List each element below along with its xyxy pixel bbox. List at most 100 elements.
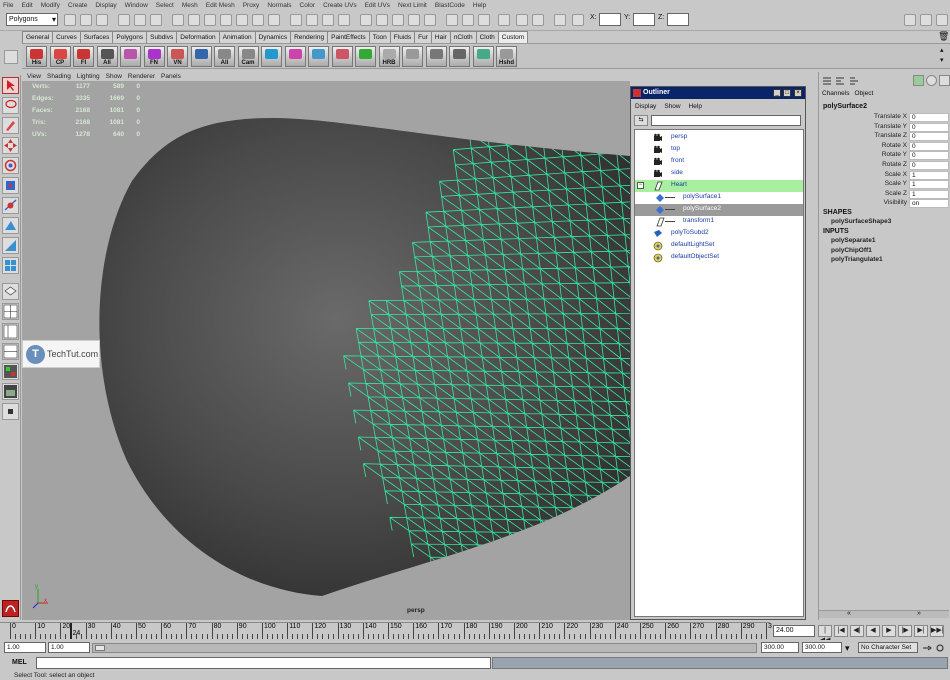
- shelf-tab-surfaces[interactable]: Surfaces: [79, 31, 114, 43]
- outliner-item[interactable]: top: [635, 144, 803, 156]
- save-scene-icon[interactable]: [96, 14, 108, 26]
- last-tool-icon[interactable]: [2, 237, 19, 254]
- menu-modify[interactable]: Modify: [41, 2, 60, 9]
- menu-display[interactable]: Display: [95, 2, 116, 9]
- outliner-item[interactable]: side: [635, 168, 803, 180]
- menu-normals[interactable]: Normals: [267, 2, 291, 9]
- current-frame-field[interactable]: 24.00: [773, 625, 815, 637]
- channel-attribute[interactable]: Translate Z0: [819, 132, 949, 142]
- select-deformers-icon[interactable]: [236, 14, 248, 26]
- shelf-button-1[interactable]: CP: [49, 46, 71, 67]
- channel-attribute-value[interactable]: 0: [909, 113, 949, 122]
- x-field[interactable]: [599, 13, 621, 26]
- shelf-tab-cloth[interactable]: Cloth: [475, 31, 499, 43]
- character-set-field[interactable]: No Character Set: [858, 642, 918, 653]
- outliner-menu-show[interactable]: Show: [664, 103, 680, 110]
- channel-attribute-value[interactable]: 0: [909, 132, 949, 142]
- close-button[interactable]: ×: [794, 89, 802, 97]
- perspective-viewport[interactable]: x y Verts: 1177 589 0 Edges: 3335 1669 0 Faces: 2…: [22, 81, 630, 620]
- input-node[interactable]: polyTriangulate1: [831, 256, 883, 263]
- render-globals-icon[interactable]: [478, 14, 490, 26]
- shelf-tab-dynamics[interactable]: Dynamics: [254, 31, 292, 43]
- outliner-item[interactable]: defaultObjectSet: [635, 252, 803, 264]
- outliner-item[interactable]: − Heart: [635, 180, 803, 192]
- shelf-button-11[interactable]: [284, 46, 306, 67]
- tool-settings-icon[interactable]: [920, 14, 932, 26]
- select-curves-icon[interactable]: [204, 14, 216, 26]
- channel-attribute[interactable]: Visibility on: [819, 199, 949, 209]
- panel-menu-shading[interactable]: Shading: [47, 73, 71, 80]
- channel-attribute[interactable]: Translate Y0: [819, 122, 949, 133]
- shelf-button-15[interactable]: HRB: [378, 46, 400, 67]
- graph-layout-icon[interactable]: [2, 343, 19, 360]
- select-joints-icon[interactable]: [188, 14, 200, 26]
- menu-mesh[interactable]: Mesh: [182, 2, 198, 9]
- range-slider-handle[interactable]: [95, 645, 105, 651]
- outliner-item[interactable]: defaultLightSet: [635, 240, 803, 252]
- shelf-tab-hair[interactable]: Hair: [430, 31, 451, 43]
- soft-modification-icon[interactable]: [2, 217, 19, 234]
- current-time-indicator[interactable]: [70, 623, 73, 639]
- menu-edit-mesh[interactable]: Edit Mesh: [206, 2, 235, 9]
- select-hierarchy-icon[interactable]: [118, 14, 130, 26]
- command-language-label[interactable]: MEL: [12, 659, 27, 666]
- playback-button-0[interactable]: |◀◀: [818, 625, 832, 644]
- command-input[interactable]: [36, 657, 491, 669]
- trash-icon[interactable]: 🗑: [938, 31, 949, 42]
- history-icon[interactable]: [360, 14, 372, 26]
- playback-button-6[interactable]: ▶|: [914, 625, 928, 637]
- input-ops-icon[interactable]: [376, 14, 388, 26]
- film-gate-icon[interactable]: [516, 14, 528, 26]
- outliner-layout-icon[interactable]: [2, 323, 19, 340]
- start-time-field[interactable]: 1.00: [4, 642, 46, 653]
- panel-menu-view[interactable]: View: [27, 73, 41, 80]
- channel-attribute-value[interactable]: 1: [909, 189, 949, 199]
- hypershade-icon[interactable]: [498, 14, 510, 26]
- layer-editor-layout-icon[interactable]: [835, 76, 845, 86]
- scale-tool-icon[interactable]: [2, 177, 19, 194]
- preferences-icon[interactable]: [935, 643, 945, 653]
- auto-key-icon[interactable]: [922, 643, 932, 653]
- channel-attribute-value[interactable]: 0: [909, 141, 949, 151]
- playback-button-5[interactable]: |▶: [898, 625, 912, 637]
- select-surfaces-icon[interactable]: [220, 14, 232, 26]
- shelf-button-4[interactable]: [120, 46, 141, 67]
- outliner-item[interactable]: transform1: [635, 216, 803, 228]
- shelf-tab-curves[interactable]: Curves: [52, 31, 81, 43]
- shelf-tab-custom[interactable]: Custom: [497, 31, 529, 43]
- y-field[interactable]: [633, 13, 655, 26]
- menu-blastcode[interactable]: BlastCode: [435, 2, 465, 9]
- panel-menu-renderer[interactable]: Renderer: [128, 73, 155, 80]
- shelf-tab-fluids[interactable]: Fluids: [389, 31, 416, 43]
- anim-layer-icon[interactable]: [939, 75, 950, 86]
- channel-box-object-name[interactable]: polySurface2: [823, 103, 867, 110]
- shelf-button-9[interactable]: Cam: [237, 46, 259, 67]
- select-component-icon[interactable]: [150, 14, 162, 26]
- maximize-button[interactable]: □: [783, 89, 791, 97]
- channel-attribute[interactable]: Rotate Y0: [819, 151, 949, 161]
- range-slider[interactable]: [92, 643, 757, 653]
- output-ops-icon[interactable]: [392, 14, 404, 26]
- panel-menu-lighting[interactable]: Lighting: [77, 73, 100, 80]
- new-scene-icon[interactable]: [64, 14, 76, 26]
- shelf-button-8[interactable]: All: [214, 46, 235, 67]
- channel-attribute[interactable]: Scale Z1: [819, 189, 949, 200]
- channel-attribute-value[interactable]: 0: [909, 122, 949, 132]
- shelf-button-7[interactable]: [190, 46, 212, 67]
- shelf-button-17[interactable]: [425, 46, 447, 67]
- select-object-icon[interactable]: [134, 14, 146, 26]
- menu-file[interactable]: File: [3, 2, 13, 9]
- outliner-menu-help[interactable]: Help: [689, 103, 702, 110]
- shelf-button-5[interactable]: FN: [143, 46, 165, 67]
- shelf-button-16[interactable]: [402, 46, 423, 67]
- shelf-tab-fur[interactable]: Fur: [414, 31, 432, 43]
- construction-history-icon[interactable]: [408, 14, 420, 26]
- relative-mode-icon[interactable]: [572, 14, 584, 26]
- menu-select[interactable]: Select: [156, 2, 174, 9]
- playback-start-field[interactable]: 1.00: [48, 642, 90, 653]
- input-node[interactable]: polyChipOff1: [831, 247, 872, 254]
- menu-window[interactable]: Window: [125, 2, 148, 9]
- select-handles-icon[interactable]: [172, 14, 184, 26]
- lasso-tool-icon[interactable]: [2, 97, 19, 114]
- menu-color[interactable]: Color: [300, 2, 316, 9]
